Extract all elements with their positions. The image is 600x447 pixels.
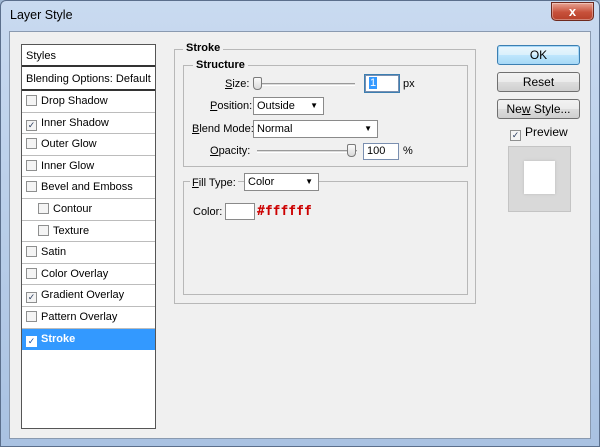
style-item-label: Inner Glow (41, 159, 95, 172)
style-items: Drop Shadow ✓ Inner Shadow Outer Glow Inner … (22, 91, 155, 351)
checkbox-icon[interactable] (26, 95, 37, 106)
color-swatch[interactable] (225, 203, 255, 220)
opacity-unit: % (403, 145, 413, 157)
blend-mode-label: Blend Mode: (192, 123, 254, 135)
window-title: Layer Style (10, 8, 73, 22)
preview-thumbnail (508, 146, 571, 212)
checkbox-icon[interactable] (38, 202, 49, 214)
color-hex-value: #ffffff (257, 204, 312, 219)
style-item-label: Stroke (41, 332, 76, 345)
style-item-label: Contour (53, 202, 93, 215)
style-item-label: Inner Shadow (41, 116, 109, 129)
checkbox-icon[interactable] (38, 224, 49, 236)
checkbox-icon[interactable] (26, 159, 37, 171)
style-item-label: Color Overlay (41, 267, 109, 280)
size-label: Size: (225, 78, 250, 90)
close-button[interactable]: x (551, 2, 594, 21)
style-item-label: Bevel and Emboss (41, 181, 133, 194)
size-unit: px (403, 78, 415, 90)
title-bar[interactable]: Layer Style x (1, 1, 599, 31)
blend-mode-select[interactable]: Normal ▼ (253, 120, 378, 138)
checkbox-icon[interactable] (26, 267, 37, 279)
checkbox-checked-icon[interactable]: ✓ (26, 119, 37, 131)
chevron-down-icon: ▼ (310, 101, 318, 110)
checkbox-icon[interactable] (26, 181, 37, 193)
style-item-stroke[interactable]: ✓ Stroke (22, 328, 155, 351)
blending-options-item[interactable]: Blending Options: Default (22, 67, 155, 91)
style-item-label: Outer Glow (41, 138, 97, 151)
style-item-drop-shadow[interactable]: Drop Shadow (22, 91, 155, 113)
style-item-label: Satin (41, 246, 67, 259)
size-input[interactable]: 1 (364, 74, 400, 93)
style-item-label: Gradient Overlay (41, 289, 125, 302)
fill-group (183, 181, 468, 295)
layer-style-window: Layer Style x Styles Blending Options: D… (0, 0, 600, 447)
chevron-down-icon: ▼ (364, 124, 372, 133)
new-style-button[interactable]: New Style... (497, 99, 580, 119)
chevron-down-icon: ▼ (305, 177, 313, 186)
checkbox-icon[interactable] (26, 138, 37, 150)
size-slider-track[interactable] (255, 83, 355, 86)
color-label: Color: (193, 206, 223, 218)
style-item-satin[interactable]: Satin (22, 242, 155, 264)
style-item-inner-shadow[interactable]: ✓ Inner Shadow (22, 113, 155, 135)
preview-checkbox[interactable]: ✓ Preview (510, 125, 568, 141)
style-item-label: Drop Shadow (41, 95, 108, 107)
opacity-slider-track[interactable] (257, 150, 357, 153)
position-select[interactable]: Outside ▼ (253, 97, 324, 115)
checkbox-checked-icon[interactable]: ✓ (26, 335, 37, 347)
dialog-client: Styles Blending Options: Default Drop Sh… (9, 31, 591, 439)
fill-type-select[interactable]: Color ▼ (244, 173, 319, 191)
ok-button[interactable]: OK (497, 45, 580, 65)
structure-group-title: Structure (193, 59, 248, 71)
style-item-label: Texture (53, 224, 90, 237)
preview-label: Preview (525, 125, 568, 139)
size-slider-thumb[interactable] (253, 77, 262, 90)
style-item-gradient-overlay[interactable]: ✓ Gradient Overlay (22, 285, 155, 307)
style-item-color-overlay[interactable]: Color Overlay (22, 264, 155, 286)
fill-type-label: Fill Type: (190, 177, 238, 189)
reset-button[interactable]: Reset (497, 72, 580, 92)
style-item-outer-glow[interactable]: Outer Glow (22, 134, 155, 156)
style-item-bevel-and-emboss[interactable]: Bevel and Emboss (22, 177, 155, 199)
style-item-label: Pattern Overlay (41, 310, 118, 323)
stroke-group-title: Stroke (183, 42, 224, 54)
checkmark-icon: ✓ (510, 130, 521, 141)
styles-header[interactable]: Styles (22, 45, 155, 67)
opacity-slider-thumb[interactable] (347, 144, 356, 157)
style-item-contour[interactable]: Contour (22, 199, 155, 221)
opacity-input[interactable]: 100 (363, 143, 399, 160)
checkbox-icon[interactable] (26, 310, 37, 322)
style-item-inner-glow[interactable]: Inner Glow (22, 156, 155, 178)
checkbox-icon[interactable] (26, 246, 37, 258)
styles-list: Styles Blending Options: Default Drop Sh… (21, 44, 156, 429)
style-item-texture[interactable]: Texture (22, 221, 155, 243)
preview-shape (524, 161, 555, 194)
position-label: Position: (210, 100, 253, 112)
checkbox-checked-icon[interactable]: ✓ (26, 292, 37, 304)
opacity-label: Opacity: (210, 145, 251, 157)
style-item-pattern-overlay[interactable]: Pattern Overlay (22, 307, 155, 329)
